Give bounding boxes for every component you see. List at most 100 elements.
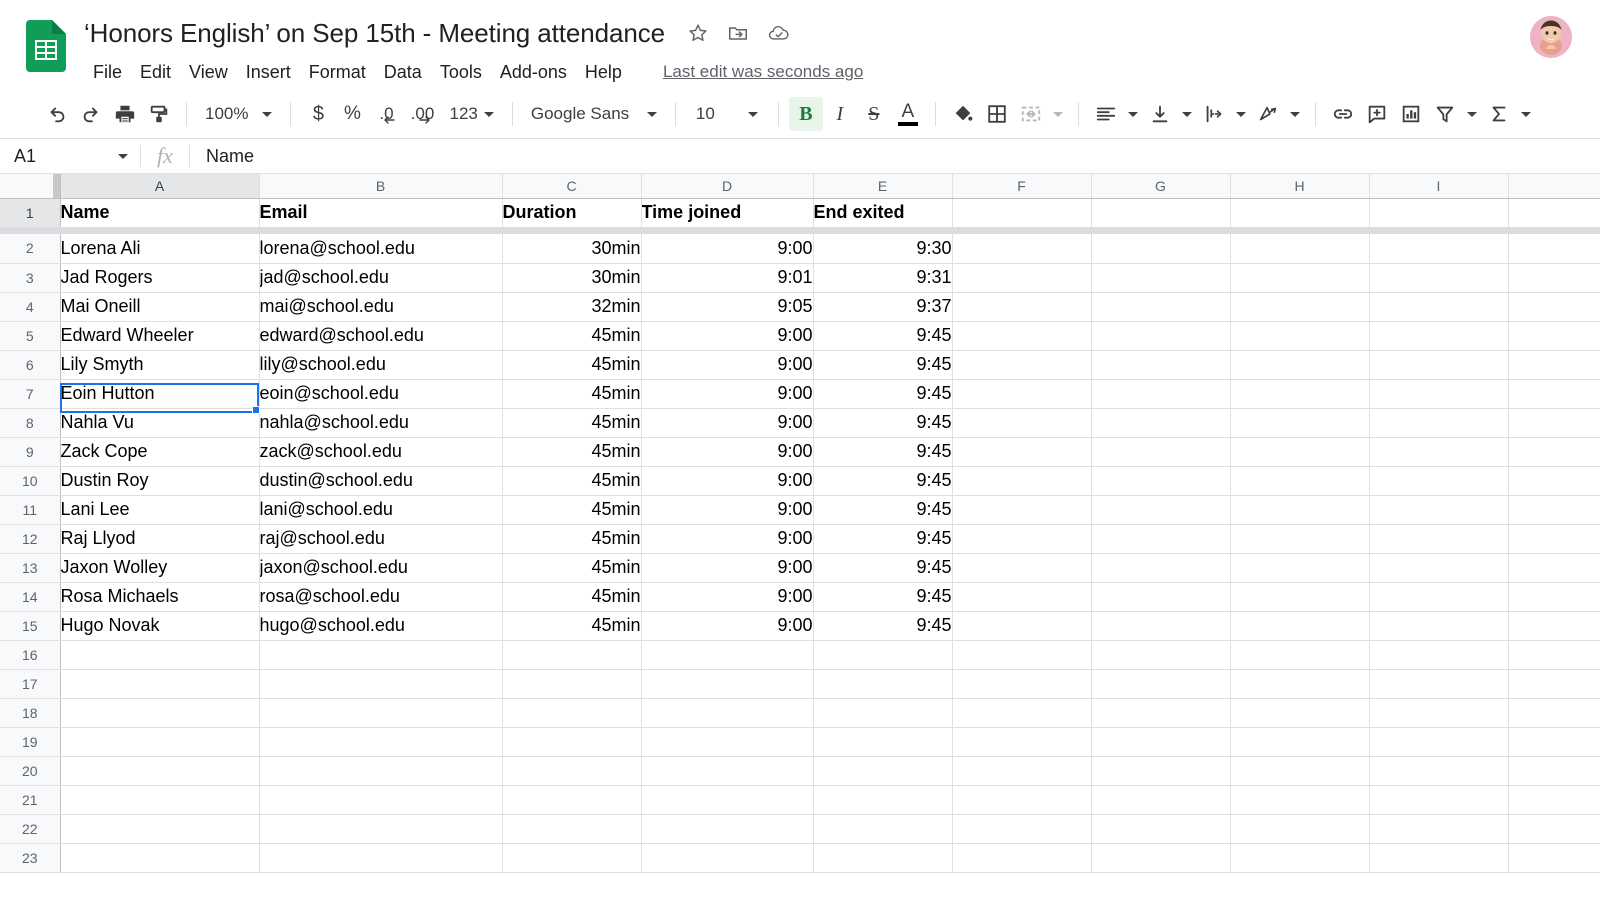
cell-E1[interactable]: End exited (813, 198, 952, 227)
cell-F1[interactable] (952, 198, 1091, 227)
cell-F5[interactable] (952, 321, 1091, 350)
cell-C21[interactable] (502, 785, 641, 814)
cell-I9[interactable] (1369, 437, 1508, 466)
cell-F23[interactable] (952, 843, 1091, 872)
menu-item-tools[interactable]: Tools (431, 60, 491, 85)
cell-I6[interactable] (1369, 350, 1508, 379)
font-size-selector[interactable]: 10 (686, 98, 768, 130)
cell-B16[interactable] (259, 640, 502, 669)
text-color-button[interactable]: A (891, 97, 925, 131)
vertical-align-dropdown[interactable] (1177, 99, 1197, 129)
cell-B2[interactable]: lorena@school.edu (259, 234, 502, 263)
cell-J20[interactable] (1508, 756, 1600, 785)
cell-F7[interactable] (952, 379, 1091, 408)
cell-H15[interactable] (1230, 611, 1369, 640)
cell-F4[interactable] (952, 292, 1091, 321)
cell-H11[interactable] (1230, 495, 1369, 524)
text-wrap-dropdown[interactable] (1231, 99, 1251, 129)
cell-E7[interactable]: 9:45 (813, 379, 952, 408)
cell-C18[interactable] (502, 698, 641, 727)
cell-F3[interactable] (952, 263, 1091, 292)
cell-C17[interactable] (502, 669, 641, 698)
cell-F19[interactable] (952, 727, 1091, 756)
cell-E10[interactable]: 9:45 (813, 466, 952, 495)
cell-B9[interactable]: zack@school.edu (259, 437, 502, 466)
cell-F2[interactable] (952, 234, 1091, 263)
cell-H16[interactable] (1230, 640, 1369, 669)
cell-C12[interactable]: 45min (502, 524, 641, 553)
cell-I13[interactable] (1369, 553, 1508, 582)
cell-G13[interactable] (1091, 553, 1230, 582)
paint-format-icon[interactable] (142, 97, 176, 131)
cell-J6[interactable] (1508, 350, 1600, 379)
redo-icon[interactable] (74, 97, 108, 131)
borders-icon[interactable] (980, 97, 1014, 131)
column-header-j[interactable] (1508, 174, 1600, 198)
filter-icon[interactable] (1428, 97, 1462, 131)
cell-C4[interactable]: 32min (502, 292, 641, 321)
cell-D19[interactable] (641, 727, 813, 756)
cell-E16[interactable] (813, 640, 952, 669)
cell-A8[interactable]: Nahla Vu (60, 408, 259, 437)
cell-A12[interactable]: Raj Llyod (60, 524, 259, 553)
cell-A19[interactable] (60, 727, 259, 756)
cell-G12[interactable] (1091, 524, 1230, 553)
cell-J2[interactable] (1508, 234, 1600, 263)
cell-F8[interactable] (952, 408, 1091, 437)
cell-G22[interactable] (1091, 814, 1230, 843)
cell-I18[interactable] (1369, 698, 1508, 727)
last-edit-status[interactable]: Last edit was seconds ago (663, 62, 863, 82)
cell-J21[interactable] (1508, 785, 1600, 814)
merge-cells-dropdown[interactable] (1048, 99, 1068, 129)
cell-I10[interactable] (1369, 466, 1508, 495)
row-header-10[interactable]: 10 (0, 466, 60, 495)
cell-J18[interactable] (1508, 698, 1600, 727)
cell-C3[interactable]: 30min (502, 263, 641, 292)
row-header-8[interactable]: 8 (0, 408, 60, 437)
menu-item-add-ons[interactable]: Add-ons (491, 60, 576, 85)
cell-G8[interactable] (1091, 408, 1230, 437)
cell-D23[interactable] (641, 843, 813, 872)
cell-A10[interactable]: Dustin Roy (60, 466, 259, 495)
comment-icon[interactable] (1360, 97, 1394, 131)
menu-item-help[interactable]: Help (576, 60, 631, 85)
cell-D1[interactable]: Time joined (641, 198, 813, 227)
cell-E4[interactable]: 9:37 (813, 292, 952, 321)
row-header-11[interactable]: 11 (0, 495, 60, 524)
cell-H8[interactable] (1230, 408, 1369, 437)
text-rotation-icon[interactable] (1251, 97, 1285, 131)
cell-H6[interactable] (1230, 350, 1369, 379)
horizontal-align-dropdown[interactable] (1123, 99, 1143, 129)
row-header-21[interactable]: 21 (0, 785, 60, 814)
column-header-b[interactable]: B (259, 174, 502, 198)
menu-item-edit[interactable]: Edit (131, 60, 180, 85)
cell-H4[interactable] (1230, 292, 1369, 321)
row-header-2[interactable]: 2 (0, 234, 60, 263)
cell-D15[interactable]: 9:00 (641, 611, 813, 640)
move-to-folder-icon[interactable] (727, 22, 749, 44)
cell-G5[interactable] (1091, 321, 1230, 350)
cell-I16[interactable] (1369, 640, 1508, 669)
cell-J8[interactable] (1508, 408, 1600, 437)
cell-D6[interactable]: 9:00 (641, 350, 813, 379)
cell-H23[interactable] (1230, 843, 1369, 872)
cell-B10[interactable]: dustin@school.edu (259, 466, 502, 495)
cell-C19[interactable] (502, 727, 641, 756)
cell-A6[interactable]: Lily Smyth (60, 350, 259, 379)
column-header-e[interactable]: E (813, 174, 952, 198)
row-header-16[interactable]: 16 (0, 640, 60, 669)
cell-E12[interactable]: 9:45 (813, 524, 952, 553)
cell-I23[interactable] (1369, 843, 1508, 872)
cell-J15[interactable] (1508, 611, 1600, 640)
cell-J3[interactable] (1508, 263, 1600, 292)
cell-H12[interactable] (1230, 524, 1369, 553)
cell-B13[interactable]: jaxon@school.edu (259, 553, 502, 582)
cell-F17[interactable] (952, 669, 1091, 698)
cell-E8[interactable]: 9:45 (813, 408, 952, 437)
cell-A1[interactable]: Name (60, 198, 259, 227)
menu-item-data[interactable]: Data (375, 60, 431, 85)
menu-item-insert[interactable]: Insert (237, 60, 300, 85)
cell-J14[interactable] (1508, 582, 1600, 611)
cell-E11[interactable]: 9:45 (813, 495, 952, 524)
cell-D14[interactable]: 9:00 (641, 582, 813, 611)
